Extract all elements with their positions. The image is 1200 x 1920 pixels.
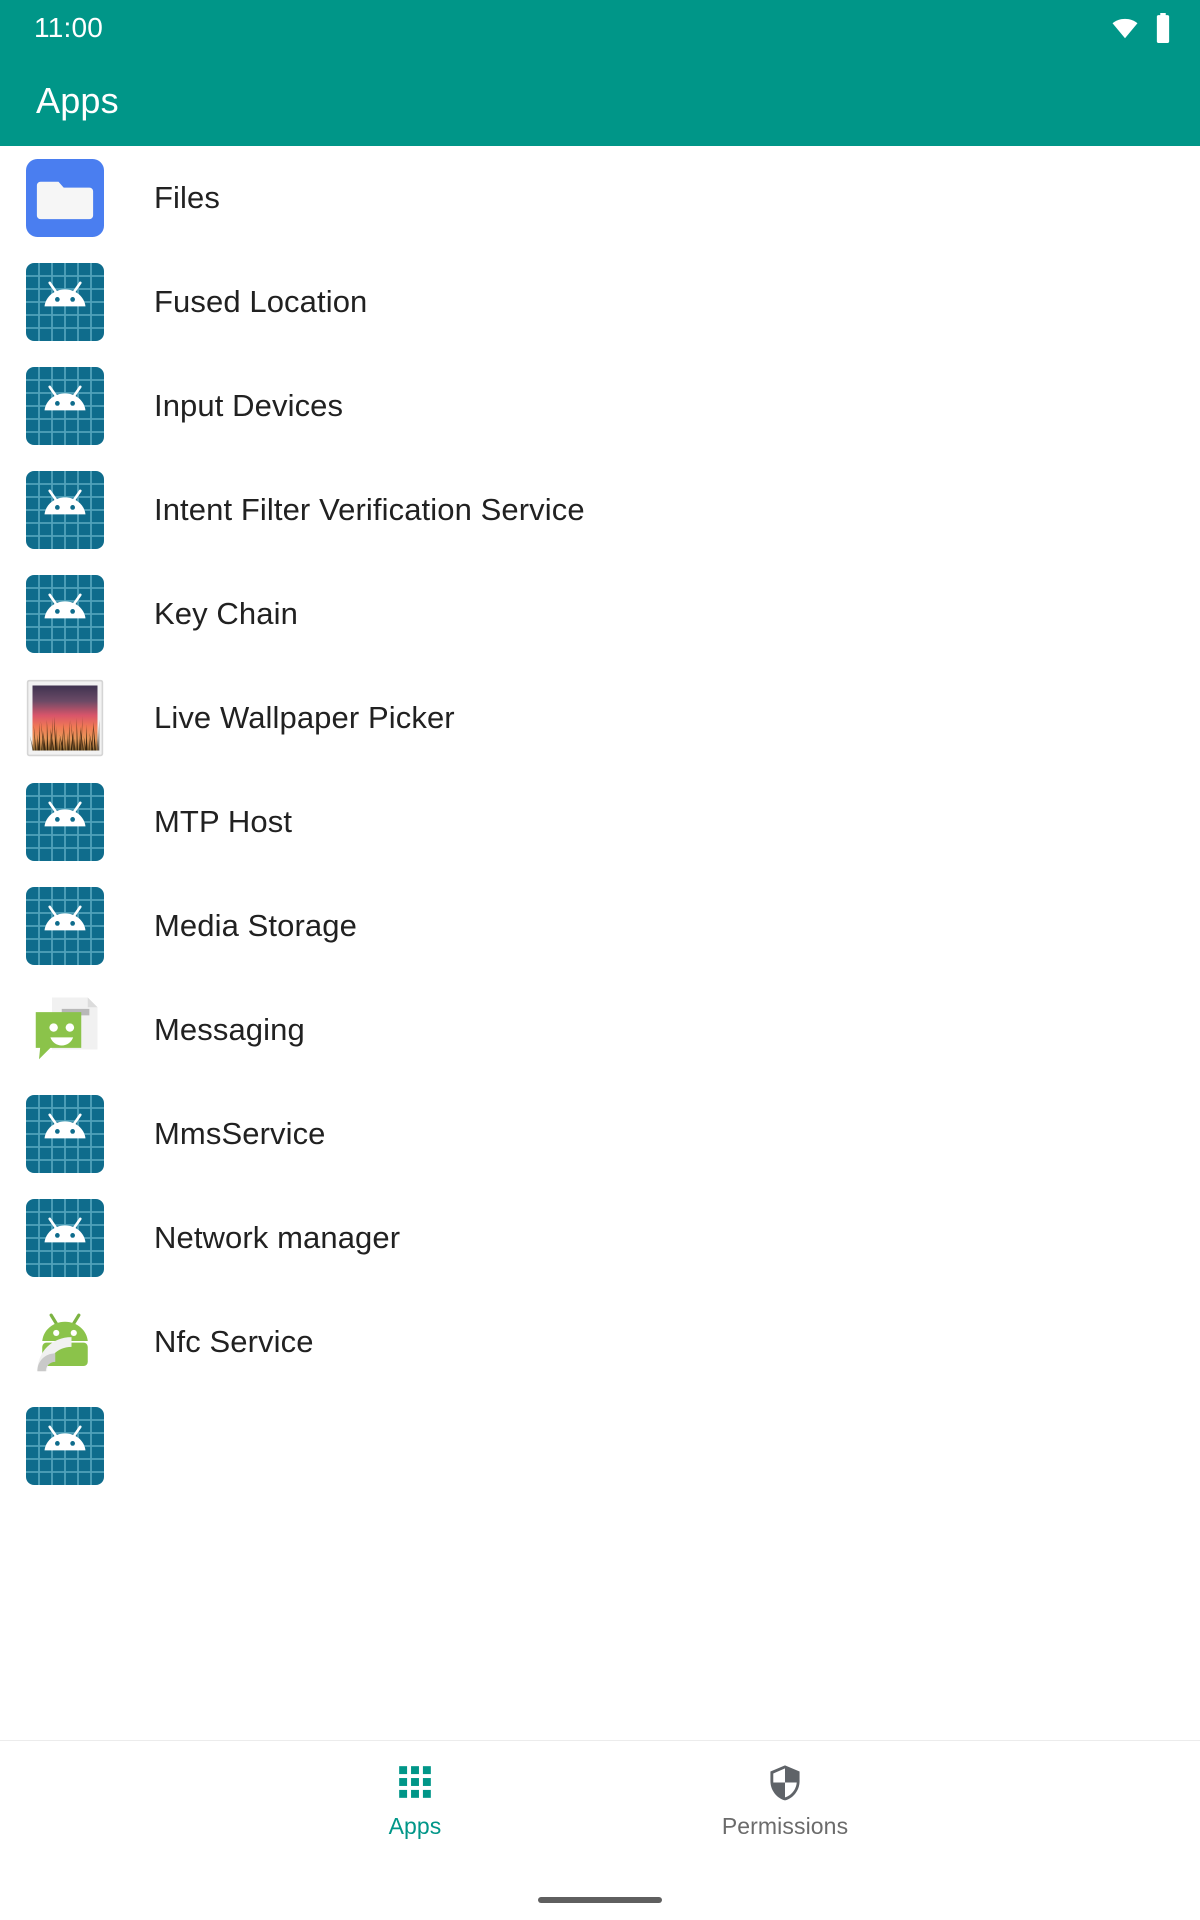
battery-icon bbox=[1154, 13, 1172, 43]
app-list-item-label: Messaging bbox=[154, 1012, 305, 1047]
nav-tab-apps-label: Apps bbox=[388, 1813, 442, 1839]
nav-tab-apps[interactable]: Apps bbox=[320, 1763, 510, 1840]
status-clock: 11:00 bbox=[34, 12, 103, 43]
app-list-item[interactable]: MmsService bbox=[0, 1082, 1200, 1186]
app-list-item-label: Media Storage bbox=[154, 908, 357, 943]
android-default-icon bbox=[26, 367, 104, 445]
app-list-item-label: Fused Location bbox=[154, 284, 368, 319]
app-list-item[interactable]: Messaging bbox=[0, 978, 1200, 1082]
android-default-icon bbox=[26, 575, 104, 653]
nav-tab-permissions-label: Permissions bbox=[721, 1813, 849, 1839]
android-default-icon bbox=[26, 887, 104, 965]
app-list-item[interactable]: MTP Host bbox=[0, 770, 1200, 874]
app-list-item[interactable]: Fused Location bbox=[0, 250, 1200, 354]
app-list[interactable]: Files Fused Location Input Devices Intent F… bbox=[0, 146, 1200, 1740]
app-list-item-label: MmsService bbox=[154, 1116, 326, 1151]
bottom-navigation: Apps Permissions bbox=[0, 1740, 1200, 1880]
app-list-item-label: Network manager bbox=[154, 1220, 401, 1255]
app-list-item[interactable]: Key Chain bbox=[0, 562, 1200, 666]
app-list-item-label: Intent Filter Verification Service bbox=[154, 492, 585, 527]
home-indicator[interactable] bbox=[538, 1897, 662, 1903]
app-list-item[interactable]: Network manager bbox=[0, 1186, 1200, 1290]
apps-screen: 11:00 Apps Files Fused Location Input Devi… bbox=[0, 0, 1200, 1920]
app-list-item[interactable]: Media Storage bbox=[0, 874, 1200, 978]
app-bar: Apps bbox=[0, 56, 1200, 146]
app-list-item[interactable]: Intent Filter Verification Service bbox=[0, 458, 1200, 562]
wallpaper-photo-icon bbox=[26, 679, 104, 757]
apps-grid-icon bbox=[396, 1763, 434, 1801]
app-list-item-label: MTP Host bbox=[154, 804, 293, 839]
app-list-item-label: Live Wallpaper Picker bbox=[154, 700, 455, 735]
wifi-icon bbox=[1108, 15, 1142, 41]
app-list-item[interactable]: Nfc Service bbox=[0, 1290, 1200, 1394]
status-bar: 11:00 bbox=[0, 0, 1200, 56]
app-list-item[interactable] bbox=[0, 1394, 1200, 1498]
android-default-icon bbox=[26, 783, 104, 861]
app-list-item-label: Nfc Service bbox=[154, 1324, 314, 1359]
app-list-item[interactable]: Files bbox=[0, 146, 1200, 250]
gesture-nav-area bbox=[0, 1880, 1200, 1920]
nfc-bugdroid-icon bbox=[26, 1303, 104, 1381]
android-default-icon bbox=[26, 1199, 104, 1277]
app-list-item[interactable]: Live Wallpaper Picker bbox=[0, 666, 1200, 770]
files-folder-icon bbox=[26, 159, 104, 237]
messaging-bubble-icon bbox=[26, 991, 104, 1069]
page-title: Apps bbox=[36, 80, 119, 121]
android-default-icon bbox=[26, 471, 104, 549]
android-default-icon bbox=[26, 1095, 104, 1173]
app-list-item-label: Key Chain bbox=[154, 596, 298, 631]
nav-tab-permissions[interactable]: Permissions bbox=[690, 1763, 880, 1840]
android-default-icon bbox=[26, 263, 104, 341]
android-default-icon bbox=[26, 1407, 104, 1485]
status-bar-icons bbox=[1108, 13, 1172, 43]
app-list-item-label: Files bbox=[154, 180, 220, 215]
app-list-item-label: Input Devices bbox=[154, 388, 344, 423]
shield-icon bbox=[766, 1763, 804, 1801]
app-list-item[interactable]: Input Devices bbox=[0, 354, 1200, 458]
